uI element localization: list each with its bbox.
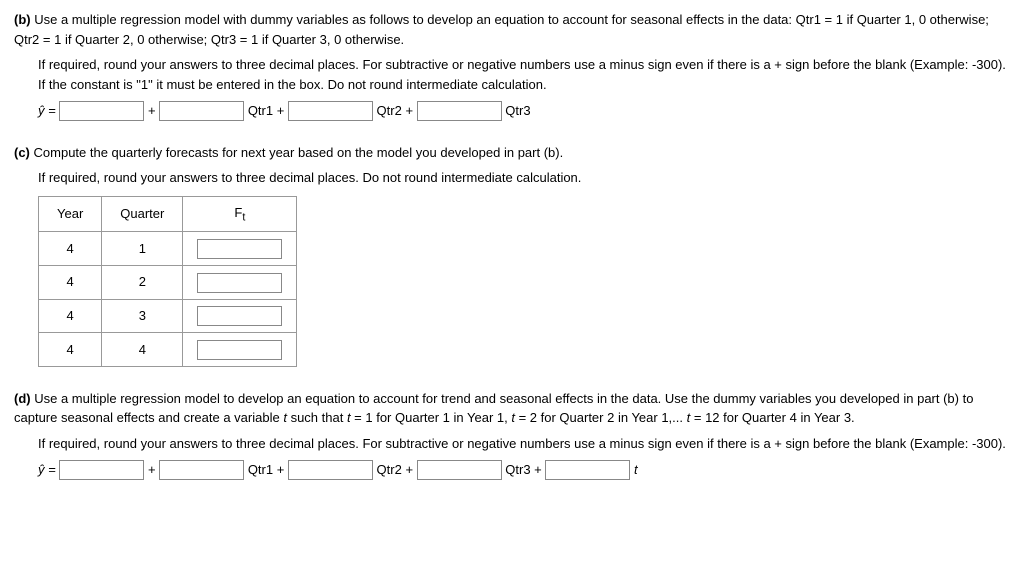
intercept-input[interactable] [59,101,144,121]
part-d: (d) Use a multiple regression model to d… [14,389,1010,480]
cell-year: 4 [39,232,102,266]
ft-input-2[interactable] [197,273,282,293]
t-label-d: t [634,462,638,477]
part-d-label: (d) [14,391,31,406]
qtr2-label: Qtr2 + [377,103,417,118]
part-c-text1: (c) Compute the quarterly forecasts for … [14,143,1010,163]
part-d-text2: If required, round your answers to three… [38,434,1010,454]
cell-ft [183,333,297,367]
cell-year: 4 [39,265,102,299]
part-b-text1-content: Use a multiple regression model with dum… [14,12,989,47]
cell-quarter: 4 [102,333,183,367]
cell-quarter: 1 [102,232,183,266]
qtr1-label-d: Qtr1 + [248,462,288,477]
part-d-text1: (d) Use a multiple regression model to d… [14,389,1010,428]
qtr1-coef-input[interactable] [159,101,244,121]
cell-ft [183,232,297,266]
ft-input-1[interactable] [197,239,282,259]
part-d-text1e: = 12 for Quarter 4 in Year 3. [690,410,854,425]
table-row: 4 2 [39,265,297,299]
header-year: Year [39,196,102,232]
part-d-text1b: such that [287,410,347,425]
table-header-row: Year Quarter Ft [39,196,297,232]
forecast-table: Year Quarter Ft 4 1 4 2 4 3 4 [38,196,297,367]
qtr3-coef-input[interactable] [417,101,502,121]
qtr3-coef-input-d[interactable] [417,460,502,480]
cell-year: 4 [39,299,102,333]
t-coef-input-d[interactable] [545,460,630,480]
part-b-equation: ŷ = + Qtr1 + Qtr2 + Qtr3 [38,100,1010,121]
part-c-text1-content: Compute the quarterly forecasts for next… [34,145,564,160]
qtr2-coef-input[interactable] [288,101,373,121]
yhat-label: ŷ = [38,103,56,118]
plus-1: + [148,103,159,118]
qtr3-label: Qtr3 [505,103,530,118]
header-quarter: Quarter [102,196,183,232]
cell-year: 4 [39,333,102,367]
yhat-label-d: ŷ = [38,462,56,477]
cell-ft [183,299,297,333]
ft-input-4[interactable] [197,340,282,360]
part-b-text2: If required, round your answers to three… [38,55,1010,94]
part-c-label: (c) [14,145,30,160]
table-row: 4 3 [39,299,297,333]
qtr1-label: Qtr1 + [248,103,288,118]
part-d-text1c: = 1 for Quarter 1 in Year 1, [351,410,512,425]
intercept-input-d[interactable] [59,460,144,480]
part-d-text1d: = 2 for Quarter 2 in Year 1,... [515,410,687,425]
qtr2-coef-input-d[interactable] [288,460,373,480]
ft-input-3[interactable] [197,306,282,326]
part-c: (c) Compute the quarterly forecasts for … [14,143,1010,367]
part-b: (b) Use a multiple regression model with… [14,10,1010,121]
part-c-text2: If required, round your answers to three… [38,168,1010,188]
table-row: 4 4 [39,333,297,367]
cell-quarter: 2 [102,265,183,299]
qtr1-coef-input-d[interactable] [159,460,244,480]
part-d-equation: ŷ = + Qtr1 + Qtr2 + Qtr3 + t [38,459,1010,480]
plus-d1: + [148,462,159,477]
qtr3-label-d: Qtr3 + [505,462,545,477]
part-b-label: (b) [14,12,31,27]
cell-ft [183,265,297,299]
qtr2-label-d: Qtr2 + [377,462,417,477]
cell-quarter: 3 [102,299,183,333]
table-row: 4 1 [39,232,297,266]
header-ft: Ft [183,196,297,232]
part-b-text1: (b) Use a multiple regression model with… [14,10,1010,49]
